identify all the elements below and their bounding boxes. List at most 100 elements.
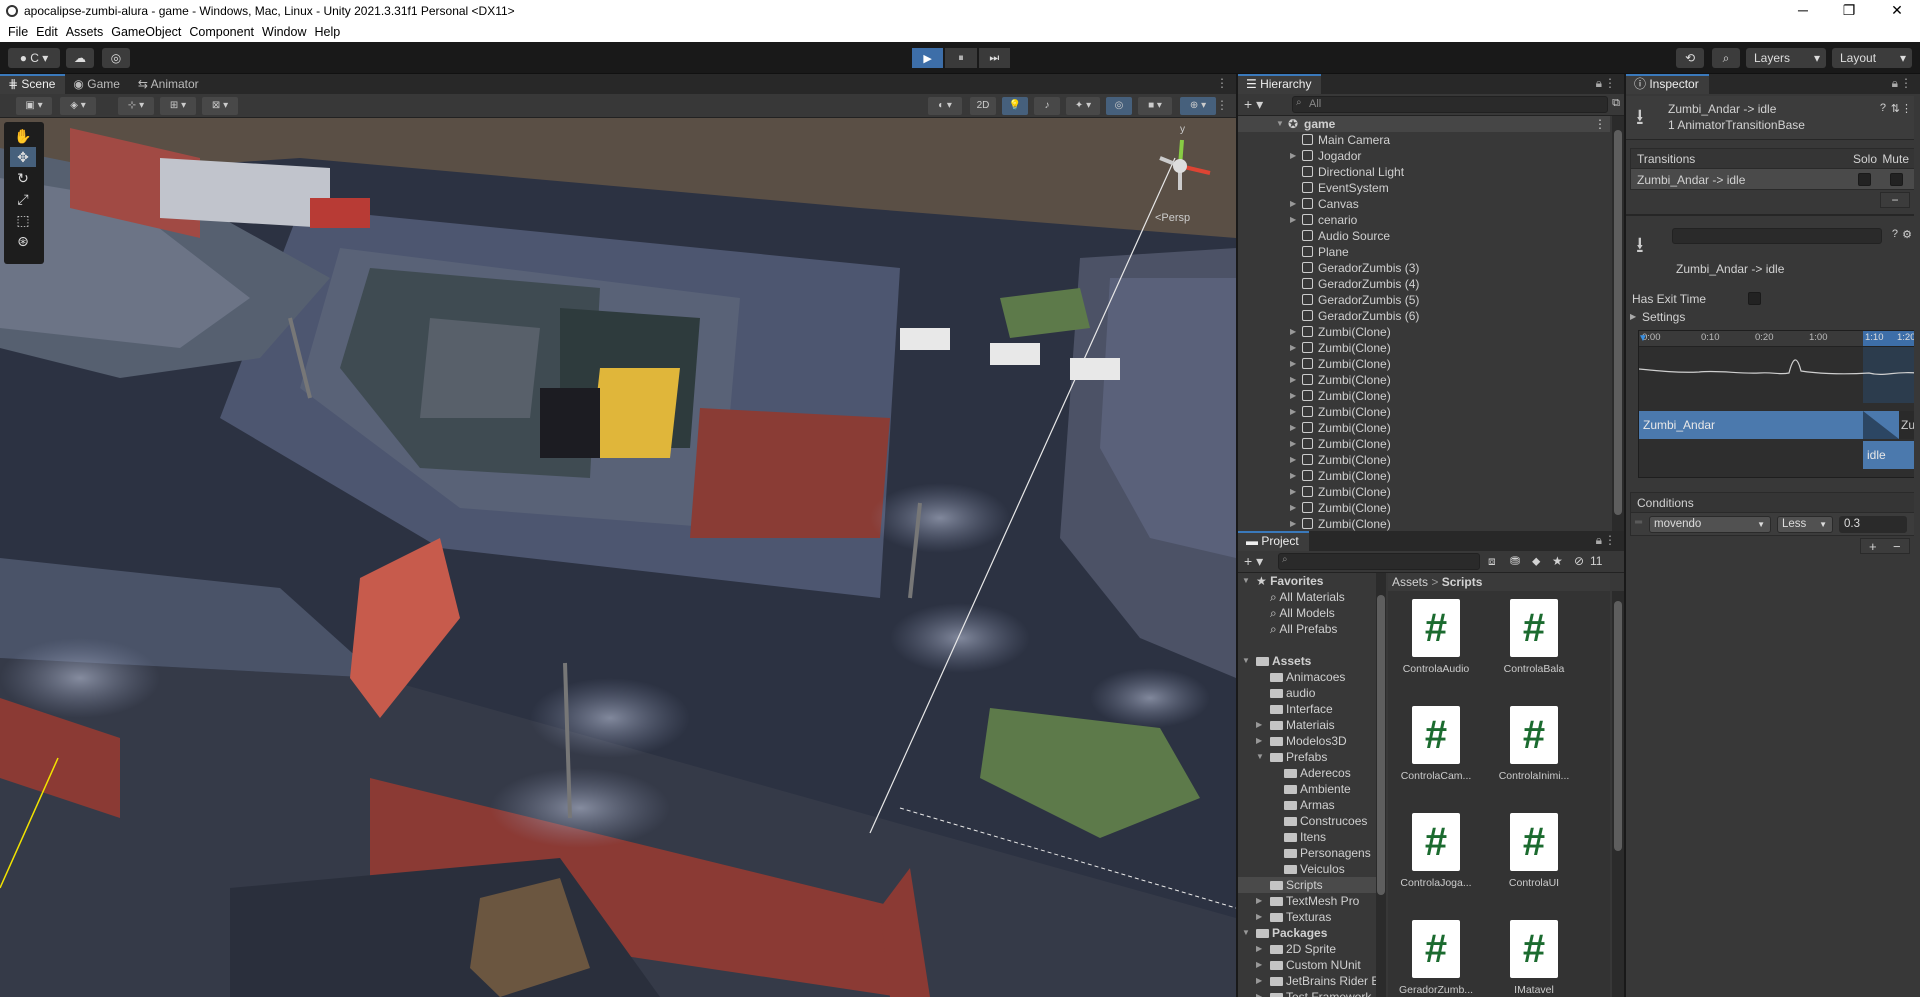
timeline-start-marker-icon[interactable]: ▼ [1638, 333, 1648, 344]
hierarchy-scrollbar[interactable] [1612, 116, 1624, 531]
tab-project[interactable]: ▬ Project [1238, 531, 1309, 551]
grid-snap-icon[interactable]: ⊞ ▾ [160, 97, 196, 115]
hidden-objects-icon[interactable]: ◎ [1106, 97, 1132, 115]
hierarchy-item[interactable]: Audio Source [1238, 228, 1610, 244]
project-tree-item[interactable]: ▶ Test Framework [1238, 989, 1376, 997]
project-lock-icon[interactable]: 🔒︎ [1596, 533, 1602, 548]
expand-arrow-icon[interactable]: ▶ [1290, 196, 1296, 212]
lock-icon[interactable]: 🔒︎ [1596, 76, 1602, 91]
close-button[interactable]: ✕ [1874, 0, 1920, 22]
project-tree-item[interactable]: ▶ JetBrains Rider E [1238, 973, 1379, 989]
lighting-icon[interactable]: ◐ ▾ [928, 97, 962, 115]
history-icon[interactable]: ⟲ [1676, 48, 1704, 68]
hierarchy-item[interactable]: ▶ Zumbi(Clone) [1238, 436, 1610, 452]
breadcrumb-scripts[interactable]: Scripts [1442, 575, 1483, 589]
hierarchy-item[interactable]: ▶ Jogador [1238, 148, 1610, 164]
expand-arrow-icon[interactable]: ▶ [1290, 212, 1296, 228]
has-exit-time-checkbox[interactable] [1748, 292, 1761, 305]
project-tree-item[interactable]: ▶ Materiais [1238, 717, 1376, 733]
project-tree-item[interactable]: ▼ Packages [1238, 925, 1376, 941]
expand-arrow-icon[interactable]: ▶ [1290, 500, 1296, 516]
project-tree-item[interactable]: ▼ ★ Favorites [1238, 573, 1376, 589]
hierarchy-search-input[interactable]: All [1292, 96, 1608, 113]
expand-arrow-icon[interactable]: ▼ [1256, 749, 1264, 765]
expand-arrow-icon[interactable]: ▶ [1256, 733, 1262, 749]
inspector-scrollbar[interactable] [1914, 94, 1920, 997]
add-condition-button[interactable]: + [1869, 539, 1877, 554]
draw-mode-icon[interactable]: ▣ ▾ [16, 97, 52, 115]
inspector-lock-icon[interactable]: 🔒︎ [1892, 76, 1898, 91]
hierarchy-item[interactable]: Main Camera [1238, 132, 1610, 148]
project-tree-item[interactable]: ⌕ All Models [1238, 605, 1376, 621]
condition-parameter-dropdown[interactable]: movendo ▼ [1649, 516, 1771, 533]
audio-toggle-icon[interactable]: ♪ [1034, 97, 1060, 115]
project-search-input[interactable] [1278, 553, 1480, 570]
effects-icon[interactable]: ✦ ▾ [1066, 97, 1100, 115]
expand-arrow-icon[interactable]: ▶ [1290, 452, 1296, 468]
hierarchy-item[interactable]: ▶ Canvas [1238, 196, 1610, 212]
project-tree-item[interactable]: Veiculos [1238, 861, 1376, 877]
pivot-icon[interactable]: ⊹ ▾ [118, 97, 154, 115]
expand-arrow-icon[interactable]: ▶ [1256, 941, 1262, 957]
shading-icon[interactable]: ◈ ▾ [60, 97, 96, 115]
solo-checkbox[interactable] [1858, 173, 1871, 186]
search-by-type-icon[interactable]: ⧈ [1488, 554, 1496, 569]
script-asset[interactable]: # IMatavel [1494, 920, 1574, 996]
light-toggle-icon[interactable]: 💡 [1002, 97, 1028, 115]
collab-icon[interactable]: ◎ [102, 48, 130, 68]
asset-grid-scroll-thumb[interactable] [1614, 601, 1622, 851]
settings-foldout-icon[interactable]: ▶ [1630, 312, 1636, 321]
project-tree-item[interactable]: Animacoes [1238, 669, 1376, 685]
scene-more-icon[interactable]: ⋮ [1216, 76, 1228, 90]
expand-arrow-icon[interactable]: ▼ [1242, 573, 1250, 589]
scene-root-row[interactable]: ▼ ✪ game ⋮ [1238, 116, 1610, 132]
expand-arrow-icon[interactable]: ▼ [1276, 116, 1284, 132]
drag-handle-icon[interactable]: ═ [1635, 517, 1642, 528]
2d-toggle[interactable]: 2D [970, 97, 996, 115]
maximize-button[interactable]: ❐ [1826, 0, 1872, 22]
hierarchy-item[interactable]: GeradorZumbis (3) [1238, 260, 1610, 276]
expand-arrow-icon[interactable]: ▶ [1256, 973, 1262, 989]
script-asset[interactable]: # ControlaJoga... [1396, 813, 1476, 889]
hierarchy-item[interactable]: ▶ Zumbi(Clone) [1238, 516, 1610, 531]
scene-options-icon[interactable]: ⋮ [1594, 116, 1606, 132]
mute-checkbox[interactable] [1890, 173, 1903, 186]
layout-dropdown[interactable]: Layout ▾ [1832, 48, 1912, 68]
tab-animator[interactable]: ⇆ Animator [130, 74, 209, 94]
hierarchy-item[interactable]: ▶ Zumbi(Clone) [1238, 372, 1610, 388]
project-tree-item[interactable]: ▼ Assets [1238, 653, 1376, 669]
gizmos-icon[interactable]: ⊕ ▾ [1180, 97, 1216, 115]
hierarchy-item[interactable]: ▶ Zumbi(Clone) [1238, 324, 1610, 340]
menu-edit[interactable]: Edit [36, 25, 58, 39]
expand-arrow-icon[interactable]: ▶ [1290, 404, 1296, 420]
expand-arrow-icon[interactable]: ▶ [1290, 324, 1296, 340]
inspector-more-icon[interactable]: ⋮ [1900, 76, 1912, 90]
hierarchy-item[interactable]: EventSystem [1238, 180, 1610, 196]
expand-arrow-icon[interactable]: ▶ [1256, 893, 1262, 909]
project-tree-item[interactable]: ⌕ All Materials [1238, 589, 1376, 605]
folder-tree-scroll-thumb[interactable] [1377, 595, 1385, 895]
expand-arrow-icon[interactable]: ▶ [1256, 909, 1262, 925]
project-tree-item[interactable]: audio [1238, 685, 1376, 701]
expand-arrow-icon[interactable]: ▶ [1256, 989, 1262, 997]
search-icon[interactable]: ⌕ [1712, 48, 1740, 68]
hierarchy-item[interactable]: ▶ Zumbi(Clone) [1238, 404, 1610, 420]
settings-label[interactable]: Settings [1642, 310, 1685, 324]
project-tree-item[interactable]: ▼ Prefabs [1238, 749, 1376, 765]
rect-tool-icon[interactable]: ⬚ [10, 210, 36, 230]
hierarchy-item[interactable]: GeradorZumbis (4) [1238, 276, 1610, 292]
hierarchy-item[interactable]: ▶ cenario [1238, 212, 1610, 228]
expand-arrow-icon[interactable]: ▶ [1290, 340, 1296, 356]
tab-scene[interactable]: ⋕ Scene [0, 74, 66, 94]
hierarchy-item[interactable]: ▶ Zumbi(Clone) [1238, 356, 1610, 372]
expand-arrow-icon[interactable]: ▶ [1290, 436, 1296, 452]
create-asset-button[interactable]: + ▾ [1244, 553, 1263, 570]
layers-dropdown[interactable]: Layers ▾ [1746, 48, 1826, 68]
remove-transition-button[interactable]: − [1880, 192, 1910, 208]
play-button[interactable]: ▶ [912, 48, 944, 68]
minimize-button[interactable]: ─ [1780, 0, 1826, 22]
condition-operator-dropdown[interactable]: Less ▼ [1777, 516, 1833, 533]
project-more-icon[interactable]: ⋮ [1604, 533, 1616, 547]
expand-arrow-icon[interactable]: ▶ [1290, 148, 1296, 164]
hierarchy-item[interactable]: ▶ Zumbi(Clone) [1238, 468, 1610, 484]
